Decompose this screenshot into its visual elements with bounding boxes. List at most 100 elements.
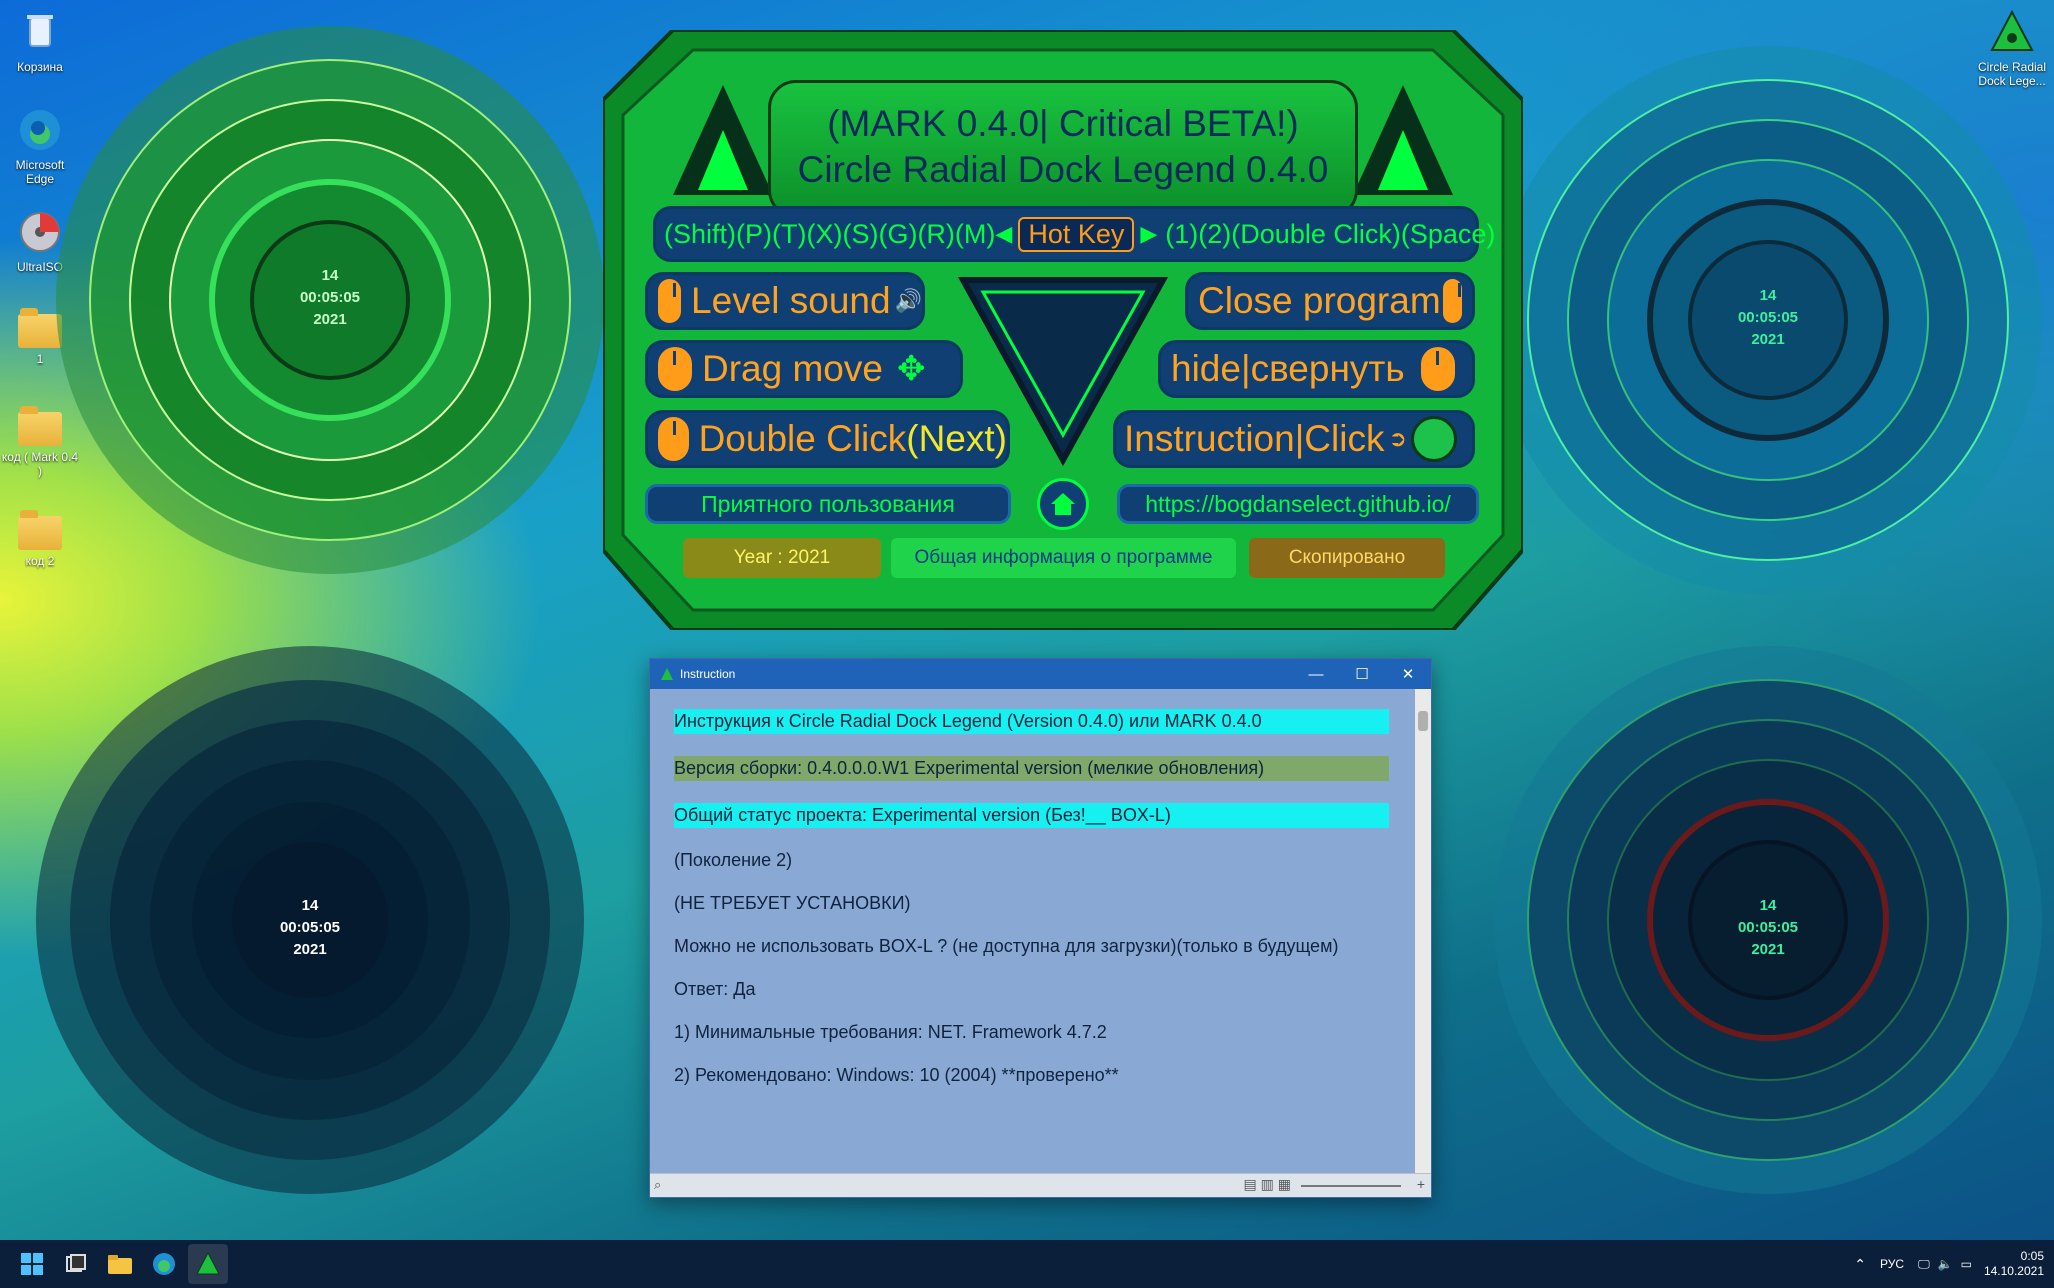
folder-icon	[108, 1255, 132, 1274]
hotkeys-right: (1)(2)(Double Click)(Space)	[1165, 218, 1496, 249]
language-indicator[interactable]: РУС	[1880, 1257, 1904, 1271]
hotkey-label: Hot Key	[1018, 216, 1135, 252]
copied-text: Скопировано	[1288, 547, 1406, 568]
clock-day: 14	[321, 267, 339, 284]
clock-year: 2021	[313, 311, 347, 328]
start-button[interactable]	[12, 1244, 52, 1284]
scroll-thumb[interactable]	[1418, 711, 1428, 731]
window-titlebar[interactable]: Instruction — ☐ ✕	[650, 659, 1431, 689]
dock-clock: 14 00:05:05 2021	[1718, 285, 1818, 351]
drag-move-label: Drag move	[702, 348, 883, 389]
year-tag: Year : 2021	[683, 538, 881, 578]
taskbar-edge[interactable]	[144, 1244, 184, 1284]
network-icon[interactable]: 🖵	[1918, 1257, 1930, 1272]
clock-year: 2021	[293, 941, 327, 958]
clock-area[interactable]: 0:05 14.10.2021	[1984, 1249, 2044, 1279]
hide-label: hide|свернуть	[1171, 348, 1405, 389]
windows-logo-icon	[21, 1253, 43, 1275]
taskbar-circle-dock-app[interactable]	[188, 1244, 228, 1284]
view-mode-icons[interactable]: ▤ ▥ ▦	[1244, 1176, 1291, 1193]
maximize-button[interactable]: ☐	[1339, 659, 1385, 689]
arrow-right-icon: ➲	[1388, 426, 1407, 451]
drag-move-button[interactable]: Drag move ✥	[645, 340, 963, 398]
instruction-label: Instruction|Click	[1124, 418, 1385, 459]
instruction-text-area[interactable]: Инструкция к Circle Radial Dock Legend (…	[650, 689, 1415, 1173]
copied-tag: Скопировано	[1249, 538, 1445, 578]
hotkeys-left: (Shift)(P)(T)(X)(S)(G)(R)(M)	[664, 218, 996, 249]
triangle-right-icon: ▶	[1140, 221, 1158, 246]
mouse-icon	[1442, 279, 1462, 323]
year-text: Year : 2021	[733, 547, 831, 568]
info-button[interactable]: Общая информация о программе	[891, 538, 1236, 578]
mouse-icon	[658, 347, 692, 391]
battery-icon[interactable]: ▭	[1961, 1257, 1972, 1271]
double-click-next-label: (Next)	[906, 418, 1007, 459]
radial-dock-3[interactable]: 14 00:05:05 2021	[30, 640, 590, 1200]
hide-button[interactable]: hide|свернуть	[1158, 340, 1475, 398]
level-sound-label: Level sound	[691, 280, 891, 321]
mouse-icon	[658, 417, 689, 461]
title-line-2: Circle Radial Dock Legend 0.4.0	[797, 149, 1329, 190]
panel-title: (MARK 0.4.0| Critical BETA!) Circle Radi…	[768, 80, 1358, 218]
clock-time: 00:05:05	[279, 919, 341, 936]
instruction-line: Инструкция к Circle Radial Dock Legend (…	[674, 709, 1389, 734]
taskbar-task-view[interactable]	[56, 1244, 96, 1284]
instruction-line: (Поколение 2)	[674, 850, 793, 870]
app-triangle-icon	[661, 668, 673, 680]
vertical-scrollbar[interactable]	[1415, 689, 1431, 1173]
clock-day: 14	[301, 897, 319, 914]
app-triangle-icon	[196, 1251, 220, 1275]
greeting-text: Приятного пользования	[701, 491, 955, 517]
window-title: Instruction	[680, 667, 736, 681]
website-link[interactable]: https://bogdanselect.github.io/	[1117, 484, 1479, 524]
website-url: https://bogdanselect.github.io/	[1145, 491, 1451, 517]
radial-dock-4[interactable]: 14 00:05:05 2021	[1488, 640, 2048, 1200]
close-program-label: Close program	[1198, 280, 1441, 321]
instruction-line: 2) Рекомендовано: Windows: 10 (2004) **п…	[674, 1065, 1119, 1085]
dock-clock: 14 00:05:05 2021	[1718, 895, 1818, 961]
zoom-search-icon[interactable]: ⌕	[654, 1177, 661, 1193]
title-line-1: (MARK 0.4.0| Critical BETA!)	[827, 103, 1299, 144]
triangle-left-icon: ◀	[995, 221, 1013, 246]
clock-year: 2021	[1751, 331, 1785, 348]
close-button[interactable]: ✕	[1385, 659, 1431, 689]
instruction-button[interactable]: Instruction|Click ➲	[1113, 410, 1475, 468]
instruction-line: Версия сборки: 0.4.0.0.0.W1 Experimental…	[674, 756, 1389, 781]
dock-clock: 14 00:05:05 2021	[280, 265, 380, 331]
zoom-slider[interactable]	[1301, 1185, 1401, 1187]
double-click-button[interactable]: Double Click (Next)	[645, 410, 1010, 468]
level-sound-button[interactable]: Level sound 🔊	[645, 272, 925, 330]
info-text: Общая информация о программе	[914, 547, 1213, 568]
move-arrows-icon: ✥	[896, 350, 926, 388]
volume-icon[interactable]: 🔈	[1938, 1257, 1953, 1271]
dock-clock: 14 00:05:05 2021	[260, 895, 360, 961]
hotkey-bar: (Shift)(P)(T)(X)(S)(G)(R)(M) ◀ Hot Key ▶…	[653, 206, 1495, 262]
task-view-icon	[66, 1254, 86, 1272]
control-panel: (MARK 0.4.0| Critical BETA!) Circle Radi…	[603, 30, 1523, 630]
zoom-in-icon[interactable]: +	[1417, 1176, 1425, 1192]
home-button[interactable]	[1037, 478, 1089, 530]
edge-icon	[153, 1253, 175, 1275]
instruction-line: Общий статус проекта: Experimental versi…	[674, 803, 1389, 828]
radial-dock-2[interactable]: 14 00:05:05 2021	[1488, 40, 2048, 600]
taskbar-time: 0:05	[2020, 1249, 2044, 1263]
taskbar-explorer[interactable]	[100, 1244, 140, 1284]
mouse-icon	[658, 279, 682, 323]
clock-day: 14	[1759, 287, 1777, 304]
pointer-hand-icon	[1410, 416, 1457, 462]
taskbar: ⌃ РУС 🖵 🔈 ▭ 0:05 14.10.2021	[0, 1240, 2054, 1288]
greeting-banner: Приятного пользования	[645, 484, 1011, 524]
instruction-line: Можно не использовать BOX-L ? (не доступ…	[674, 936, 1339, 956]
double-click-label: Double Click	[698, 418, 907, 459]
clock-time: 00:05:05	[1737, 919, 1799, 936]
radial-dock-1[interactable]: 14 00:05:05 2021	[50, 20, 610, 580]
chevron-up-icon[interactable]: ⌃	[1854, 1256, 1866, 1273]
speaker-icon: 🔊	[894, 288, 922, 313]
clock-time: 00:05:05	[1737, 309, 1799, 326]
minimize-button[interactable]: —	[1293, 659, 1339, 689]
instruction-window: Instruction — ☐ ✕ Инструкция к Circle Ra…	[649, 658, 1432, 1198]
instruction-line: (НЕ ТРЕБУЕТ УСТАНОВКИ)	[674, 893, 911, 913]
home-icon	[1051, 493, 1075, 515]
clock-year: 2021	[1751, 941, 1785, 958]
close-program-button[interactable]: Close program	[1185, 272, 1475, 330]
